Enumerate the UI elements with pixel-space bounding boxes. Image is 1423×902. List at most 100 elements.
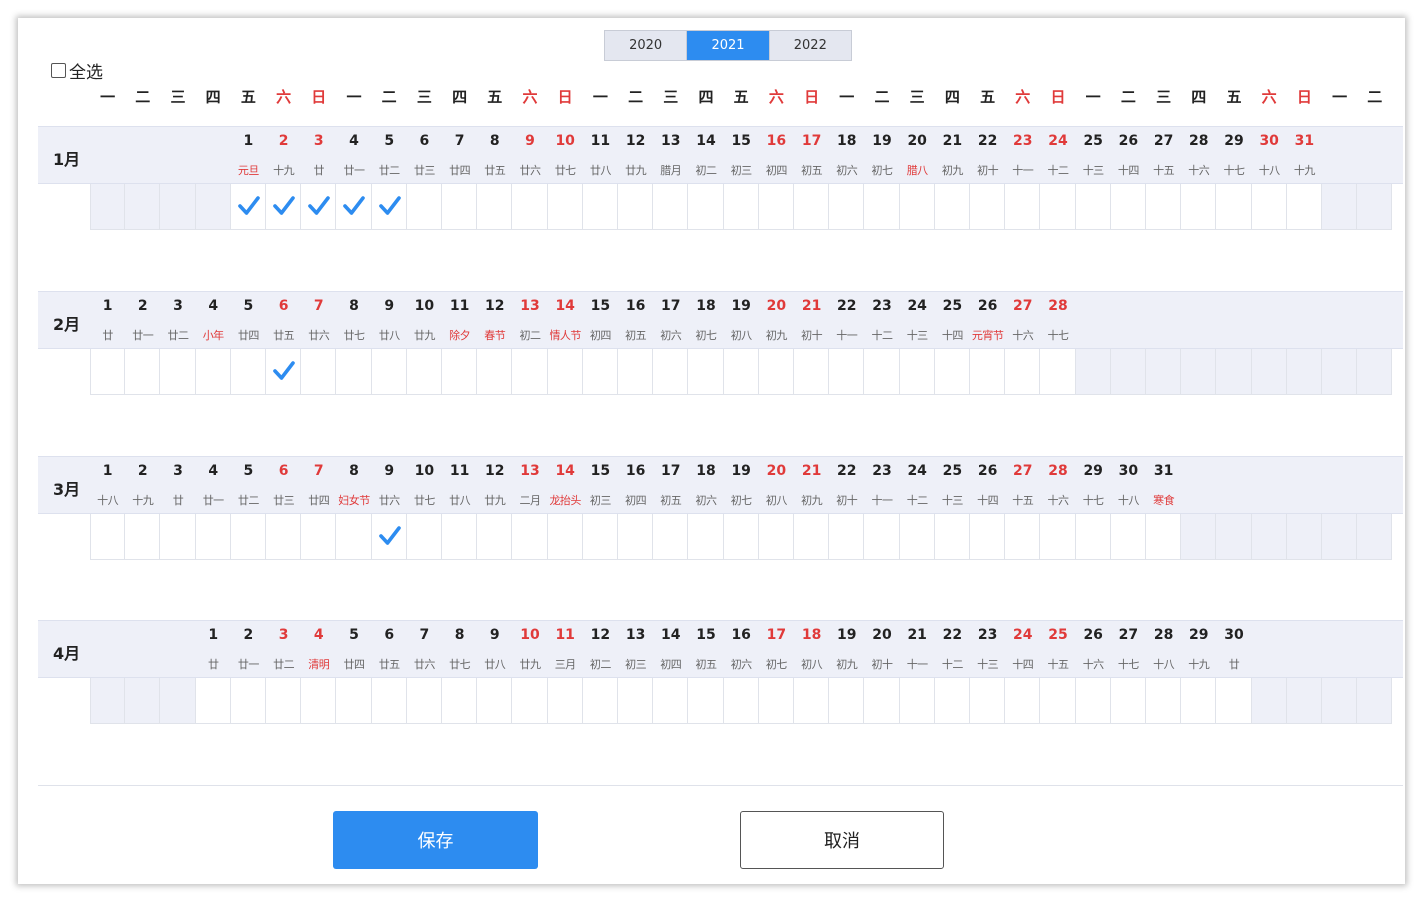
year-tab-2020[interactable]: 2020	[605, 31, 688, 60]
day-cell[interactable]	[266, 349, 302, 395]
cancel-button[interactable]: 取消	[740, 811, 944, 869]
day-cell[interactable]	[195, 678, 231, 724]
day-cell[interactable]	[653, 184, 689, 230]
day-cell[interactable]	[618, 349, 654, 395]
day-cell[interactable]	[266, 184, 302, 230]
day-cell[interactable]	[512, 514, 548, 560]
day-cell[interactable]	[406, 514, 442, 560]
day-cell[interactable]	[1075, 184, 1111, 230]
day-cell[interactable]	[90, 514, 126, 560]
year-tab-2021[interactable]: 2021	[687, 31, 770, 60]
day-cell[interactable]	[1181, 184, 1217, 230]
day-cell[interactable]	[442, 349, 478, 395]
day-cell[interactable]	[653, 514, 689, 560]
day-cell[interactable]	[301, 678, 337, 724]
day-cell[interactable]	[125, 514, 161, 560]
day-cell[interactable]	[1146, 514, 1182, 560]
day-cell[interactable]	[618, 184, 654, 230]
day-cell[interactable]	[582, 184, 618, 230]
day-cell[interactable]	[125, 349, 161, 395]
day-cell[interactable]	[547, 678, 583, 724]
day-cell[interactable]	[406, 349, 442, 395]
day-cell[interactable]	[829, 349, 865, 395]
day-cell[interactable]	[547, 514, 583, 560]
day-cell[interactable]	[723, 184, 759, 230]
day-cell[interactable]	[512, 678, 548, 724]
checkbox-box[interactable]	[51, 63, 66, 78]
day-cell[interactable]	[406, 678, 442, 724]
day-cell[interactable]	[1216, 678, 1252, 724]
day-cell[interactable]	[688, 514, 724, 560]
day-cell[interactable]	[1181, 678, 1217, 724]
day-cell[interactable]	[794, 678, 830, 724]
day-cell[interactable]	[723, 349, 759, 395]
day-cell[interactable]	[1251, 184, 1287, 230]
day-cell[interactable]	[477, 678, 513, 724]
day-cell[interactable]	[477, 349, 513, 395]
day-cell[interactable]	[336, 349, 372, 395]
year-tab-2022[interactable]: 2022	[770, 31, 851, 60]
day-cell[interactable]	[442, 514, 478, 560]
day-cell[interactable]	[230, 514, 266, 560]
day-cell[interactable]	[794, 514, 830, 560]
day-cell[interactable]	[1005, 349, 1041, 395]
day-cell[interactable]	[688, 678, 724, 724]
day-cell[interactable]	[829, 678, 865, 724]
day-cell[interactable]	[1146, 184, 1182, 230]
day-cell[interactable]	[266, 678, 302, 724]
day-cell[interactable]	[301, 349, 337, 395]
day-cell[interactable]	[864, 514, 900, 560]
day-cell[interactable]	[371, 349, 407, 395]
day-cell[interactable]	[1146, 678, 1182, 724]
day-cell[interactable]	[1110, 514, 1146, 560]
day-cell[interactable]	[934, 184, 970, 230]
day-cell[interactable]	[934, 514, 970, 560]
save-button[interactable]: 保存	[333, 811, 538, 869]
day-cell[interactable]	[406, 184, 442, 230]
day-cell[interactable]	[899, 678, 935, 724]
day-cell[interactable]	[1005, 184, 1041, 230]
day-cell[interactable]	[477, 184, 513, 230]
day-cell[interactable]	[653, 678, 689, 724]
day-cell[interactable]	[688, 184, 724, 230]
day-cell[interactable]	[1110, 678, 1146, 724]
day-cell[interactable]	[371, 184, 407, 230]
day-cell[interactable]	[547, 184, 583, 230]
day-cell[interactable]	[899, 184, 935, 230]
day-cell[interactable]	[230, 349, 266, 395]
day-cell[interactable]	[512, 184, 548, 230]
day-cell[interactable]	[582, 514, 618, 560]
day-cell[interactable]	[618, 678, 654, 724]
day-cell[interactable]	[336, 678, 372, 724]
day-cell[interactable]	[864, 678, 900, 724]
day-cell[interactable]	[266, 514, 302, 560]
day-cell[interactable]	[442, 678, 478, 724]
day-cell[interactable]	[512, 349, 548, 395]
day-cell[interactable]	[195, 349, 231, 395]
day-cell[interactable]	[723, 514, 759, 560]
day-cell[interactable]	[970, 678, 1006, 724]
day-cell[interactable]	[794, 349, 830, 395]
day-cell[interactable]	[301, 184, 337, 230]
day-cell[interactable]	[371, 678, 407, 724]
day-cell[interactable]	[1005, 514, 1041, 560]
day-cell[interactable]	[758, 349, 794, 395]
day-cell[interactable]	[301, 514, 337, 560]
day-cell[interactable]	[934, 349, 970, 395]
select-all-checkbox[interactable]: 全选	[51, 58, 103, 83]
day-cell[interactable]	[1040, 514, 1076, 560]
day-cell[interactable]	[794, 184, 830, 230]
day-cell[interactable]	[758, 514, 794, 560]
day-cell[interactable]	[618, 514, 654, 560]
day-cell[interactable]	[477, 514, 513, 560]
day-cell[interactable]	[758, 184, 794, 230]
day-cell[interactable]	[1040, 678, 1076, 724]
day-cell[interactable]	[160, 349, 196, 395]
day-cell[interactable]	[970, 514, 1006, 560]
day-cell[interactable]	[582, 349, 618, 395]
day-cell[interactable]	[1286, 184, 1322, 230]
day-cell[interactable]	[829, 184, 865, 230]
day-cell[interactable]	[371, 514, 407, 560]
day-cell[interactable]	[758, 678, 794, 724]
day-cell[interactable]	[899, 514, 935, 560]
